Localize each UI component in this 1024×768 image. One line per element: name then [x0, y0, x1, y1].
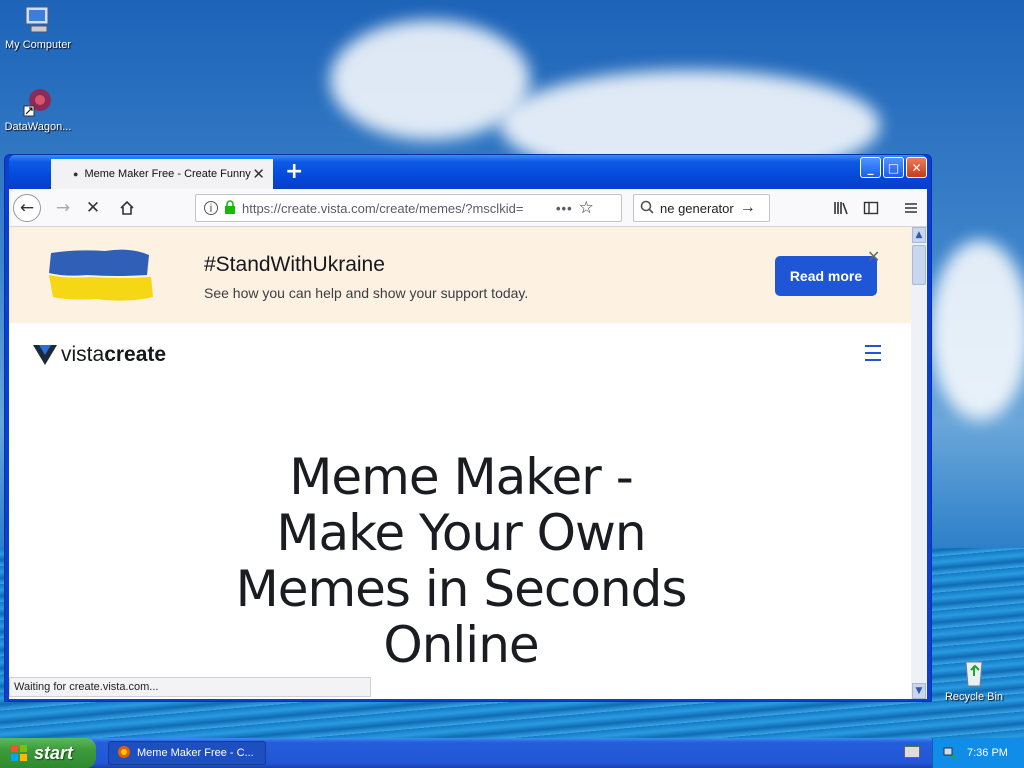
maximize-button[interactable]: □ [883, 157, 904, 178]
hero-line: Memes in Seconds [235, 560, 688, 618]
url-text[interactable]: https://create.vista.com/create/memes/?m… [242, 201, 542, 216]
desktop-icon-recycle-bin[interactable]: Recycle Bin [936, 656, 1012, 703]
menu-button[interactable] [897, 194, 925, 222]
recycle-bin-icon [958, 656, 990, 688]
read-more-button[interactable]: Read more [775, 256, 877, 296]
minimize-button[interactable]: _ [860, 157, 881, 178]
vertical-scrollbar[interactable]: ▲ ▼ [911, 227, 927, 699]
hero-line: Make Your Own [276, 504, 646, 562]
vistacreate-logo-icon [33, 345, 57, 365]
network-icon[interactable] [943, 745, 957, 762]
desktop-icon-my-computer[interactable]: My Computer [0, 4, 76, 51]
hamburger-menu-icon [905, 202, 917, 213]
keyboard-icon[interactable] [904, 746, 920, 758]
logo-text-bold: create [104, 343, 167, 366]
search-go-icon[interactable]: → [740, 199, 756, 217]
windows-logo-icon [11, 745, 27, 761]
cloud [930, 240, 1024, 420]
status-bar: Waiting for create.vista.com... [9, 677, 371, 697]
home-icon [120, 200, 134, 215]
hero-heading: Meme Maker - Make Your Own Memes in Seco… [9, 449, 913, 673]
taskbar-item-browser[interactable]: Meme Maker Free - C... [108, 741, 266, 765]
info-icon[interactable]: i [204, 201, 218, 215]
tab-meme-maker[interactable]: ● Meme Maker Free - Create Funny ✕ [51, 157, 273, 189]
library-button[interactable] [827, 194, 855, 222]
banner-close-icon[interactable]: ✕ [867, 247, 880, 266]
search-icon [640, 200, 654, 217]
stop-button[interactable]: ✕ [79, 194, 107, 222]
desktop-icon-label: DataWagon... [4, 121, 72, 133]
logo-text-light: vista [61, 343, 105, 366]
datawagon-shortcut-icon [22, 86, 54, 118]
loading-dot-icon: ● [73, 169, 79, 179]
sidebar-icon [863, 201, 879, 214]
home-button[interactable] [113, 194, 141, 222]
search-input[interactable]: ne generator [660, 201, 734, 216]
scrollbar-thumb[interactable] [912, 245, 926, 285]
start-button[interactable]: start [0, 738, 96, 768]
lock-icon[interactable] [224, 199, 236, 217]
tab-title: Meme Maker Free - Create Funny [84, 168, 251, 180]
start-label: start [34, 742, 74, 763]
browser-window: ● Meme Maker Free - Create Funny ✕ + _ □… [4, 154, 932, 702]
banner-title: #StandWithUkraine [204, 253, 385, 276]
site-menu-icon[interactable] [865, 345, 881, 366]
scroll-up-arrow[interactable]: ▲ [912, 227, 926, 243]
desktop-icon-label: My Computer [4, 39, 72, 51]
desktop-icon-datawagon[interactable]: DataWagon... [0, 86, 76, 133]
ukraine-flag-icon [49, 249, 153, 301]
scroll-down-arrow[interactable]: ▼ [912, 683, 926, 699]
taskbar-item-label: Meme Maker Free - C... [137, 747, 254, 759]
new-tab-button[interactable]: + [285, 159, 303, 184]
my-computer-icon [22, 4, 54, 36]
page-actions-icon[interactable]: ••• [556, 201, 573, 216]
site-header: vistacreate [9, 323, 913, 389]
clock[interactable]: 7:36 PM [967, 747, 1008, 759]
hero-line: Meme Maker - [289, 448, 633, 506]
taskbar: start Meme Maker Free - C... 7:36 PM [0, 738, 1024, 768]
bookmark-star-icon[interactable]: ☆ [579, 198, 594, 218]
title-bar[interactable]: ● Meme Maker Free - Create Funny ✕ + _ □… [9, 155, 927, 189]
system-tray: 7:36 PM [932, 738, 1024, 768]
hero-line: Online [383, 616, 539, 674]
library-icon [834, 201, 848, 214]
vistacreate-logo[interactable]: vistacreate [33, 343, 166, 367]
sidebar-button[interactable] [857, 194, 885, 222]
page-viewport: #StandWithUkraine See how you can help a… [9, 227, 913, 699]
back-button[interactable]: ← [13, 193, 41, 222]
ukraine-banner: #StandWithUkraine See how you can help a… [9, 227, 913, 323]
url-bar[interactable]: i https://create.vista.com/create/memes/… [195, 194, 622, 222]
close-tab-icon[interactable]: ✕ [252, 165, 265, 183]
close-window-button[interactable]: ✕ [906, 157, 927, 178]
forward-button[interactable]: → [49, 194, 77, 222]
desktop-icon-label: Recycle Bin [944, 691, 1004, 703]
firefox-icon [117, 745, 131, 762]
banner-text: See how you can help and show your suppo… [204, 285, 529, 301]
navigation-toolbar: ← → ✕ i https://create.vista.com/create/… [9, 189, 927, 227]
search-bar[interactable]: ne generator → [633, 194, 770, 222]
